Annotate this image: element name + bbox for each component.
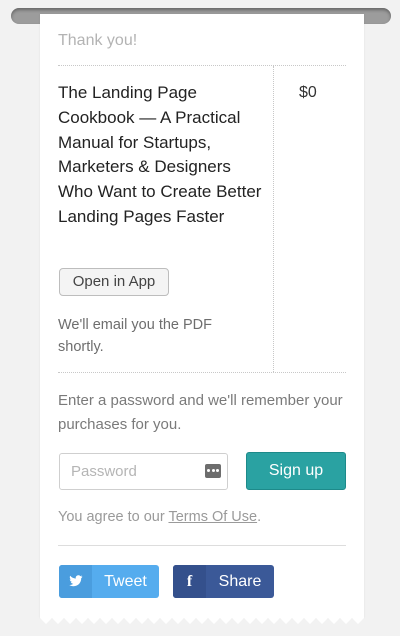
receipt-card: Thank you! The Landing Page Cookbook — A… <box>40 14 364 618</box>
sign-up-button[interactable]: Sign up <box>246 452 346 490</box>
password-input[interactable] <box>60 454 200 489</box>
divider-social <box>58 545 346 546</box>
thank-you-heading: Thank you! <box>58 32 138 49</box>
facebook-glyph: f <box>186 573 193 590</box>
divider-vertical <box>273 66 274 372</box>
password-prompt: Enter a password and we'll remember your… <box>58 392 343 433</box>
product-price: $0 <box>299 84 317 101</box>
terms-agreement-suffix: . <box>257 509 262 525</box>
divider-top <box>58 65 346 66</box>
product-title: The Landing Page Cookbook — A Practical … <box>58 83 262 226</box>
share-button[interactable]: f Share <box>173 565 274 598</box>
facebook-f-icon: f <box>173 565 206 598</box>
checkout-receipt-screen: Thank you! The Landing Page Cookbook — A… <box>0 0 400 636</box>
key-icon[interactable] <box>205 464 221 478</box>
terms-agreement-prefix: You agree to our <box>58 509 169 525</box>
password-field <box>59 453 228 490</box>
terms-of-use-link[interactable]: Terms Of Use <box>168 509 257 525</box>
tweet-label: Tweet <box>104 573 147 590</box>
divider-middle <box>58 372 346 373</box>
twitter-bird-icon <box>59 565 92 598</box>
receipt-torn-edge <box>40 616 364 624</box>
open-in-app-button[interactable]: Open in App <box>59 268 169 296</box>
tweet-button[interactable]: Tweet <box>59 565 159 598</box>
email-note: We'll email you the PDF shortly. <box>58 317 212 355</box>
share-label: Share <box>218 573 262 590</box>
terms-agreement: You agree to our Terms Of Use. <box>58 509 261 525</box>
